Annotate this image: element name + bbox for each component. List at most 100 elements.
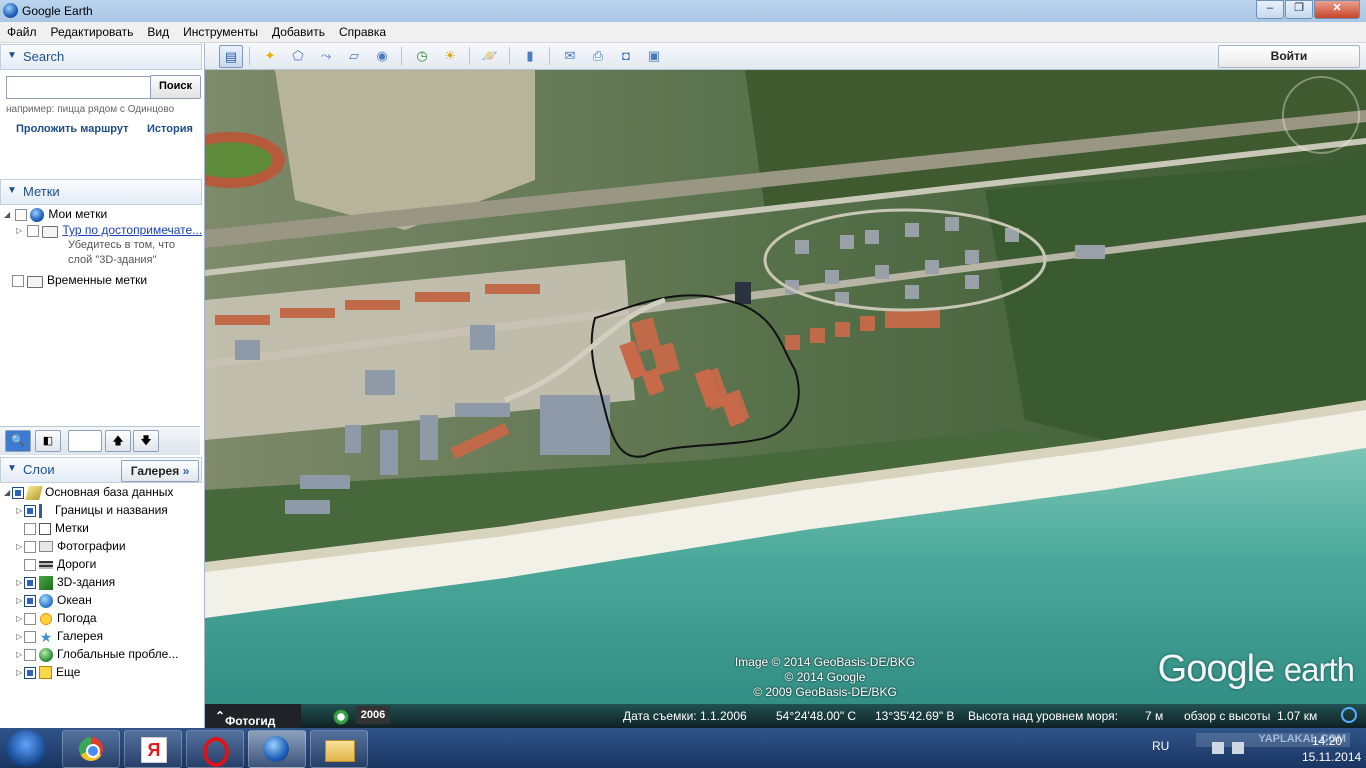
chrome-taskbar-icon[interactable] [62,730,120,768]
close-button[interactable]: ✕ [1314,0,1360,19]
layer-row[interactable]: ◢ Основная база данных [4,485,173,500]
sidebar-toggle-icon[interactable]: ▤ [219,45,243,68]
streaming-status-icon [1341,707,1357,723]
volume-icon[interactable] [1232,742,1244,754]
expand-icon[interactable]: ▷ [16,506,24,515]
checkbox[interactable] [15,208,28,221]
start-button[interactable] [6,730,46,766]
layer-row[interactable]: ▷ ★ Галерея [16,629,103,644]
planets-icon[interactable]: 🪐 [479,45,501,66]
checkbox[interactable] [24,540,36,553]
record-tour-icon[interactable]: ◉ [371,45,393,66]
ruler-icon[interactable]: ▮ [519,45,541,66]
toggle-panel-icon[interactable]: ◧ [35,430,61,452]
expand-icon[interactable]: ▷ [16,578,24,587]
layers-header[interactable]: ▼ Слои Галерея » [0,457,202,483]
menu-view[interactable]: Вид [140,22,176,39]
navigation-compass[interactable] [1282,76,1360,154]
language-indicator[interactable]: RU [1152,739,1169,753]
tour-link[interactable]: Тур по достопримечате... [62,223,202,237]
move-up-icon[interactable]: 🡅 [105,430,131,452]
expand-icon[interactable]: ▷ [16,226,24,235]
checkbox[interactable] [24,612,36,625]
collapse-icon[interactable]: ◢ [4,488,12,497]
checkbox[interactable] [24,576,36,589]
add-polygon-icon[interactable]: ⬠ [287,45,309,66]
layer-row[interactable]: Дороги [24,557,96,571]
clock-time[interactable]: 14:20 [1312,734,1342,748]
gallery-button[interactable]: Галерея » [121,460,199,482]
window-title: Google Earth [22,4,93,18]
checkbox[interactable] [24,648,36,661]
historical-clock-icon[interactable] [333,709,349,725]
search-button[interactable]: Поиск [150,75,201,99]
search-header[interactable]: ▼ Search [0,44,202,70]
checkbox[interactable] [24,522,36,535]
minimize-button[interactable]: – [1256,0,1284,19]
maximize-button[interactable]: ❐ [1285,0,1313,19]
search-places-icon[interactable]: 🔍 [5,430,31,452]
layer-row[interactable]: ▷ Еще [16,665,80,680]
history-link[interactable]: История [147,123,193,135]
checkbox[interactable] [24,504,36,517]
layer-row[interactable]: ▷ 3D-здания [16,575,115,590]
checkbox[interactable] [12,274,24,287]
menu-file[interactable]: Файл [0,22,44,39]
tree-my-places[interactable]: ◢ Мои метки [4,207,107,222]
email-icon[interactable]: ✉ [559,45,581,66]
checkbox[interactable] [24,558,36,571]
save-image-icon[interactable]: ▣ [643,45,665,66]
add-overlay-icon[interactable]: ▱ [343,45,365,66]
expand-icon[interactable]: ▷ [16,650,24,659]
tree-temp-places[interactable]: Временные метки [12,273,147,288]
route-link[interactable]: Проложить маршрут [16,123,128,135]
google-earth-taskbar-icon[interactable] [248,730,306,768]
search-input[interactable] [6,76,151,99]
collapse-icon[interactable]: ◢ [4,210,12,219]
places-header[interactable]: ▼ Метки [0,179,202,205]
historical-imagery-icon[interactable]: ◷ [411,45,433,66]
menu-help[interactable]: Справка [332,22,393,39]
checkbox[interactable] [24,594,36,607]
sunlight-icon[interactable]: ☀ [439,45,461,66]
yandex-taskbar-icon[interactable]: Я [124,730,182,768]
menu-tools[interactable]: Инструменты [176,22,265,39]
places-filter-input[interactable] [68,430,102,452]
clock-date[interactable]: 15.11.2014 [1302,750,1361,764]
add-path-icon[interactable]: ⤳ [315,45,337,66]
map-view[interactable]: Image © 2014 GeoBasis-DE/BKG © 2014 Goog… [205,70,1366,728]
tree-tour[interactable]: ▷ Тур по достопримечате... [16,223,202,238]
checkbox[interactable] [24,666,36,679]
imagery-year-badge[interactable]: 2006 [356,706,390,724]
checkbox[interactable] [12,486,24,499]
checkbox[interactable] [24,630,36,643]
add-placemark-icon[interactable]: ✦ [259,45,281,66]
layer-row[interactable]: ▷ Границы и названия [16,503,168,518]
watermark-google: Google [1157,648,1276,690]
checkbox[interactable] [27,224,40,237]
layer-row[interactable]: ▷ Глобальные пробле... [16,647,178,662]
layer-row[interactable]: ▷ Океан [16,593,92,608]
layer-row[interactable]: ▷ Фотографии [16,539,126,553]
layers-header-label: Слои [23,462,55,477]
expand-icon[interactable]: ▷ [16,596,24,605]
my-places-label: Мои метки [48,207,108,221]
expand-icon[interactable]: ▷ [16,632,24,641]
login-button[interactable]: Войти [1218,45,1360,68]
toolbar-separator [249,47,250,65]
layer-row[interactable]: ▷ Погода [16,611,97,626]
print-icon[interactable]: ⎙ [587,45,609,66]
expand-icon[interactable]: ▷ [16,614,24,623]
move-down-icon[interactable]: 🡇 [133,430,159,452]
network-icon[interactable] [1212,742,1224,754]
opera-taskbar-icon[interactable] [186,730,244,768]
layer-row[interactable]: Метки [24,521,89,535]
tour-guide-button[interactable]: ⌃ Фотогид [205,704,301,728]
explorer-taskbar-icon[interactable] [310,730,368,768]
google-earth-logo-icon [3,3,18,18]
menu-add[interactable]: Добавить [265,22,332,39]
expand-icon[interactable]: ▷ [16,542,24,551]
show-in-maps-icon[interactable]: ◘ [615,45,637,66]
expand-icon[interactable]: ▷ [16,668,24,677]
menu-edit[interactable]: Редактировать [44,22,141,39]
